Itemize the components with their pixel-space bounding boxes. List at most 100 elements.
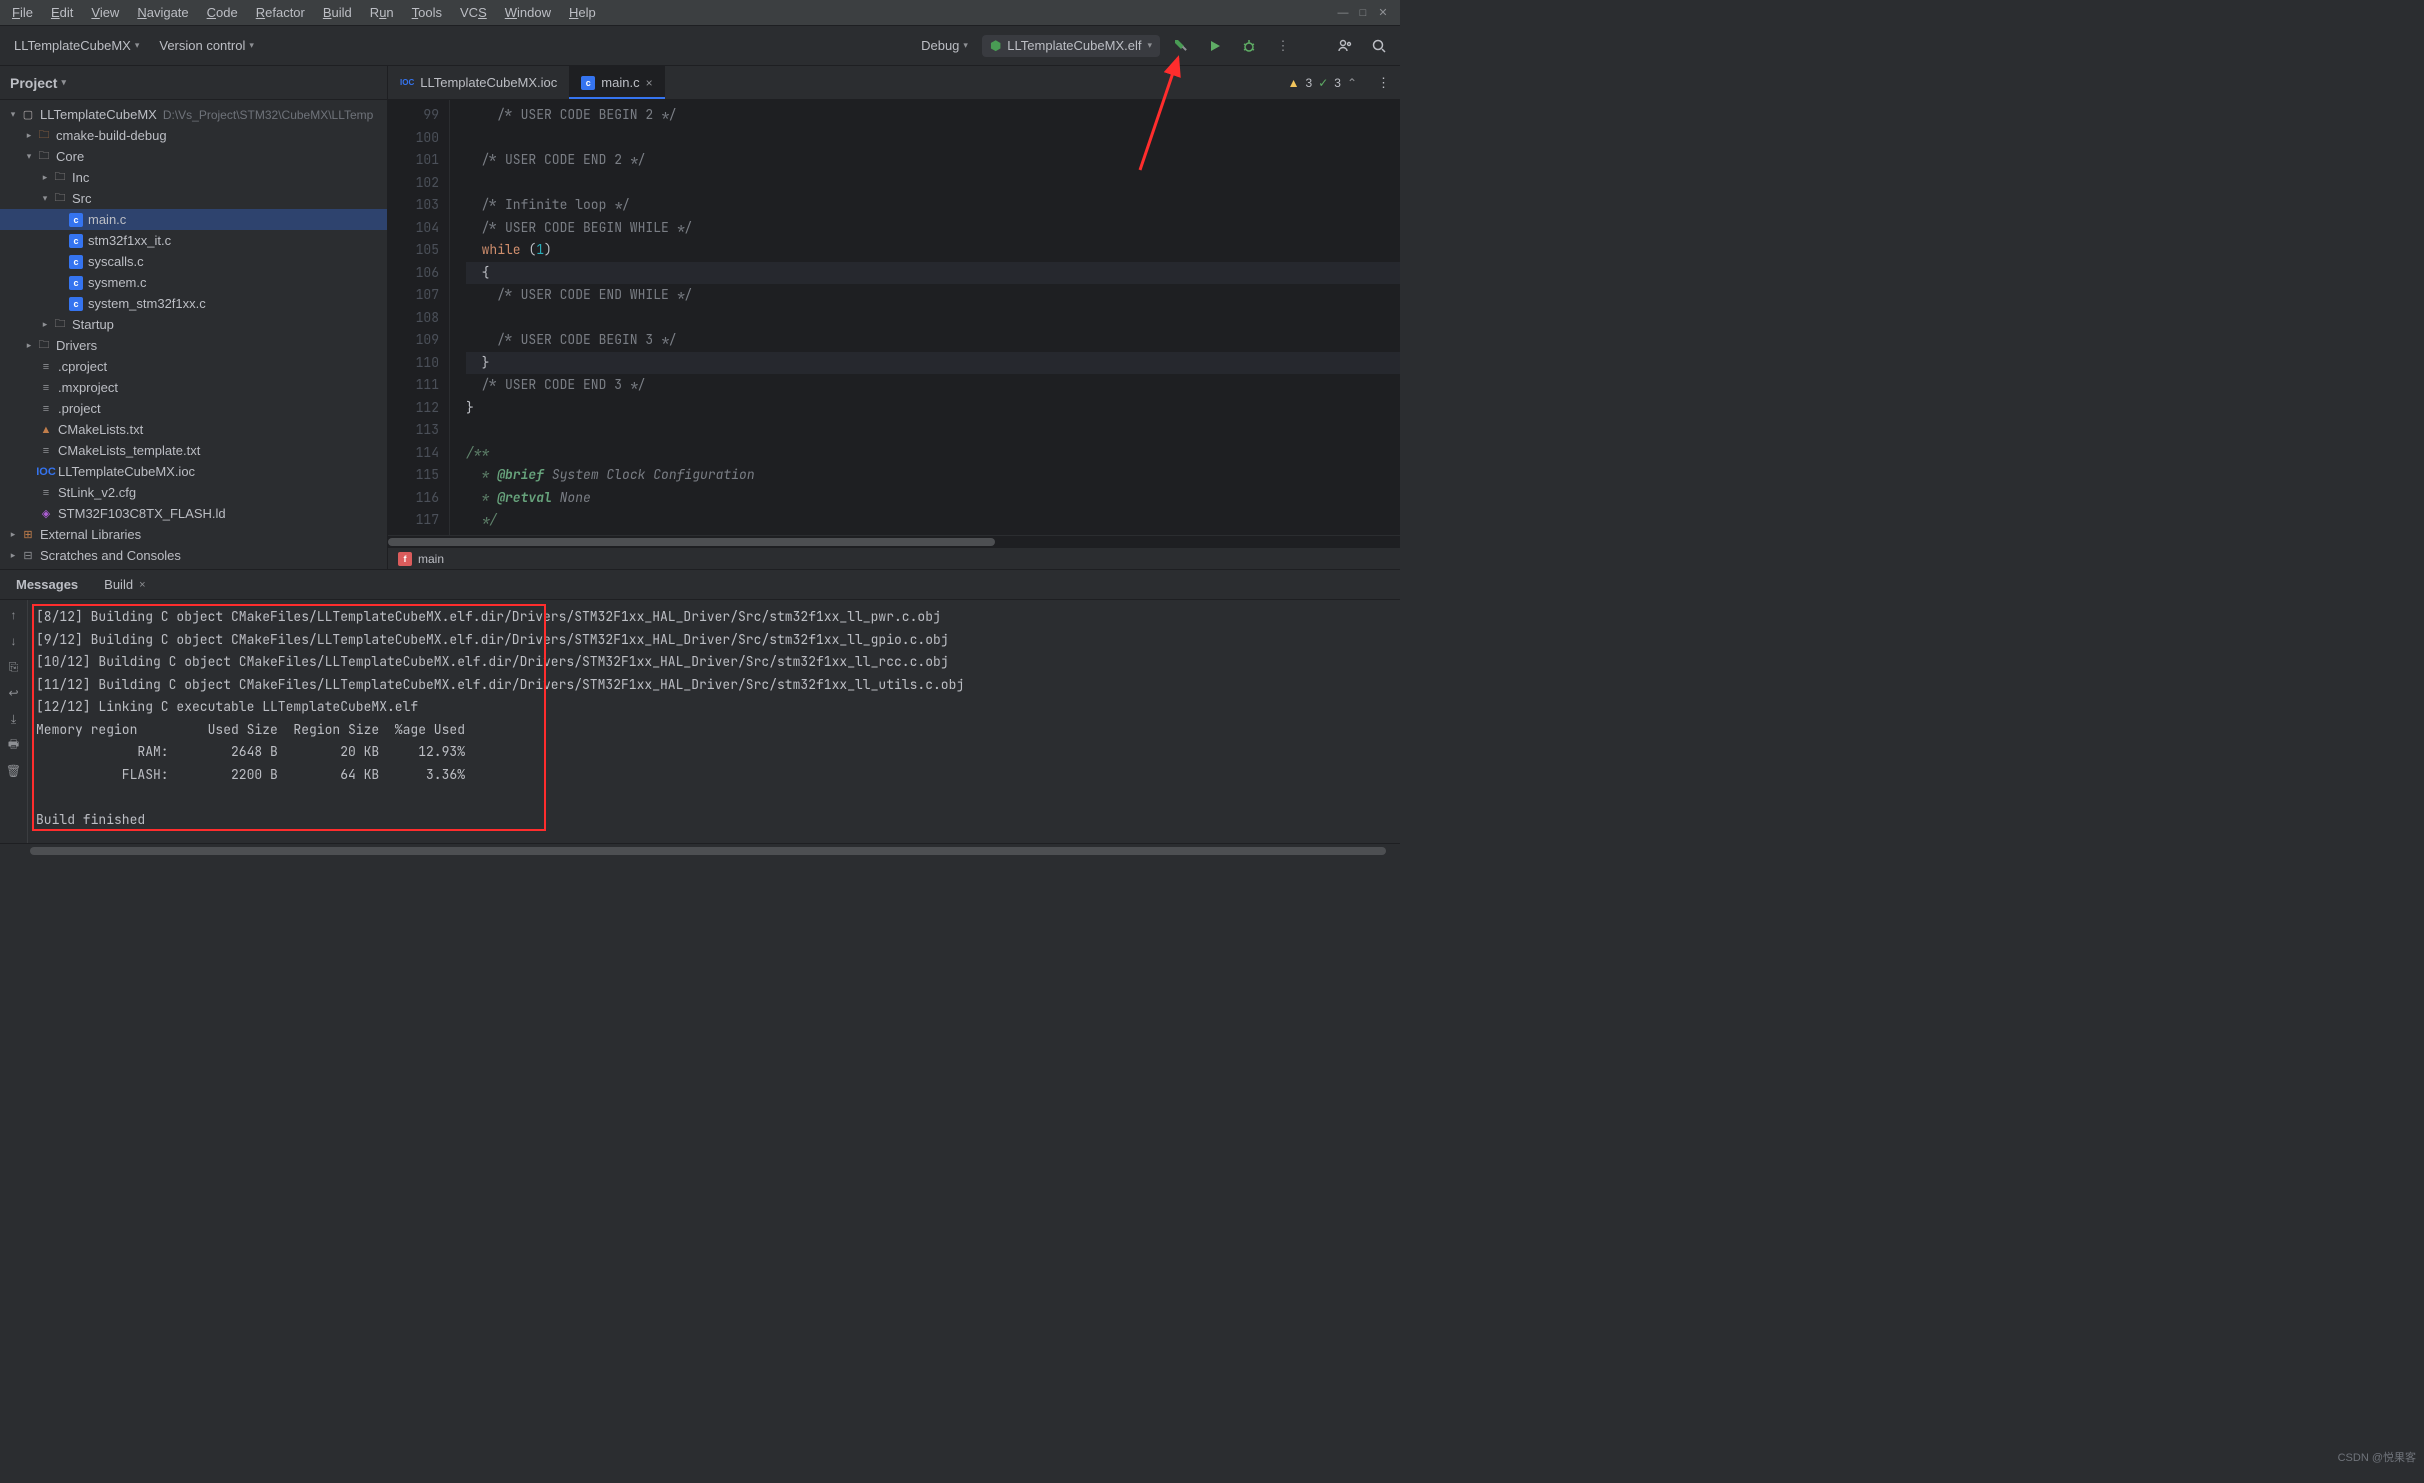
vcs-dropdown[interactable]: Version control ▾ (153, 34, 260, 57)
scrollbar-thumb[interactable] (388, 538, 995, 546)
expand-icon[interactable]: ▸ (6, 529, 20, 540)
watermark-text: CSDN @悦果客 (2338, 1449, 2416, 1465)
collapse-icon[interactable]: ▾ (22, 151, 36, 162)
menu-build[interactable]: Build (315, 2, 360, 23)
print-icon[interactable]: 🖶 (5, 736, 23, 754)
menu-run[interactable]: Run (362, 2, 402, 23)
tree-file-stlink[interactable]: ≡ StLink_v2.cfg (0, 482, 387, 503)
tree-folder-startup[interactable]: ▸ 🗀 Startup (0, 314, 387, 335)
line-gutter: 99 100 101 102 103 104 105 106 107 108 1… (388, 100, 450, 535)
minimize-icon[interactable]: — (1336, 6, 1350, 20)
code-editor[interactable]: 99 100 101 102 103 104 105 106 107 108 1… (388, 100, 1400, 535)
tree-folder-core[interactable]: ▾ 🗀 Core (0, 146, 387, 167)
filter-icon[interactable]: ⎘ (5, 658, 23, 676)
messages-body: ↑ ↓ ⎘ ↩ ⤓ 🖶 🗑 [8/12] Building C object C… (0, 600, 1400, 843)
close-tab-icon[interactable]: × (139, 579, 145, 591)
menu-tools[interactable]: Tools (404, 2, 450, 23)
menu-view[interactable]: View (83, 2, 127, 23)
tree-scratches[interactable]: ▸ ⊟ Scratches and Consoles (0, 545, 387, 566)
project-header[interactable]: Project ▾ (0, 66, 387, 100)
tree-file-cmakelists[interactable]: ▲ CMakeLists.txt (0, 419, 387, 440)
debug-button[interactable] (1236, 33, 1262, 59)
tree-file-it-c[interactable]: c stm32f1xx_it.c (0, 230, 387, 251)
breadcrumb-item[interactable]: main (418, 552, 444, 566)
menu-navigate[interactable]: Navigate (129, 2, 196, 23)
scroll-end-icon[interactable]: ⤓ (5, 710, 23, 728)
soft-wrap-icon[interactable]: ↩ (5, 684, 23, 702)
inspection-widget[interactable]: ▲3 ✓3 ⌃ (1278, 66, 1367, 99)
tree-file-flash-ld[interactable]: ◈ STM32F103C8TX_FLASH.ld (0, 503, 387, 524)
trash-icon[interactable]: 🗑 (5, 762, 23, 780)
code-text[interactable]: /* USER CODE BEGIN 2 */ /* USER CODE END… (450, 100, 1400, 535)
menu-refactor[interactable]: Refactor (248, 2, 313, 23)
down-icon[interactable]: ↓ (5, 632, 23, 650)
tab-ioc[interactable]: IOC LLTemplateCubeMX.ioc (388, 66, 569, 99)
tree-file-cproject[interactable]: ≡ .cproject (0, 356, 387, 377)
tab-main-c[interactable]: c main.c × (569, 66, 664, 99)
search-everywhere-button[interactable] (1366, 33, 1392, 59)
line-number: 108 (388, 307, 439, 330)
up-icon[interactable]: ↑ (5, 606, 23, 624)
collapse-icon[interactable]: ▾ (6, 109, 20, 120)
node-label: LLTemplateCubeMX.ioc (58, 464, 195, 479)
expand-icon[interactable]: ▸ (38, 172, 52, 183)
expand-icon[interactable]: ▸ (22, 130, 36, 141)
code-with-me-button[interactable] (1332, 33, 1358, 59)
file-icon: ≡ (38, 485, 54, 501)
tree-root[interactable]: ▾ ▢ LLTemplateCubeMX D:\Vs_Project\STM32… (0, 104, 387, 125)
collapse-icon[interactable]: ▾ (38, 193, 52, 204)
run-button[interactable] (1202, 33, 1228, 59)
bottom-tabs: Messages Build× (0, 570, 1400, 600)
menu-window[interactable]: Window (497, 2, 559, 23)
tree-file-cmake-tpl[interactable]: ≡ CMakeLists_template.txt (0, 440, 387, 461)
maximize-icon[interactable]: □ (1356, 6, 1370, 20)
chevron-down-icon: ▾ (963, 40, 968, 51)
vcs-label: Version control (159, 38, 245, 53)
expand-icon[interactable]: ▸ (22, 340, 36, 351)
tree-folder-cmake[interactable]: ▸ 🗀 cmake-build-debug (0, 125, 387, 146)
line-number: 107 (388, 284, 439, 307)
tree-folder-inc[interactable]: ▸ 🗀 Inc (0, 167, 387, 188)
messages-header[interactable]: Messages (4, 573, 90, 596)
build-config-dropdown[interactable]: Debug ▾ (915, 34, 974, 57)
tree-file-syscalls[interactable]: c syscalls.c (0, 251, 387, 272)
run-config-selector[interactable]: ⬢ LLTemplateCubeMX.elf ▾ (982, 35, 1160, 57)
menu-edit[interactable]: Edit (43, 2, 81, 23)
expand-icon[interactable]: ▸ (38, 319, 52, 330)
editor-more-button[interactable]: ⋮ (1367, 66, 1400, 99)
line-number: 115 (388, 464, 439, 487)
editor-scrollbar-h[interactable] (388, 535, 1400, 547)
tree-file-system[interactable]: c system_stm32f1xx.c (0, 293, 387, 314)
build-tab[interactable]: Build× (92, 573, 157, 596)
node-label: system_stm32f1xx.c (88, 296, 206, 311)
tree-file-ioc[interactable]: IOC LLTemplateCubeMX.ioc (0, 461, 387, 482)
elf-icon: ⬢ (990, 38, 1001, 54)
tree-external-libs[interactable]: ▸ ⊞ External Libraries (0, 524, 387, 545)
node-label: stm32f1xx_it.c (88, 233, 171, 248)
tree-folder-drivers[interactable]: ▸ 🗀 Drivers (0, 335, 387, 356)
tree-file-sysmem[interactable]: c sysmem.c (0, 272, 387, 293)
menu-code[interactable]: Code (199, 2, 246, 23)
folder-icon: 🗀 (36, 128, 52, 144)
close-tab-icon[interactable]: × (646, 76, 653, 90)
menu-file[interactable]: FFileile (4, 2, 41, 23)
folder-icon: 🗀 (52, 191, 68, 207)
expand-icon[interactable]: ▸ (6, 550, 20, 561)
build-button[interactable] (1168, 33, 1194, 59)
tree-file-project[interactable]: ≡ .project (0, 398, 387, 419)
tree-file-mxproject[interactable]: ≡ .mxproject (0, 377, 387, 398)
menu-help[interactable]: Help (561, 2, 604, 23)
library-icon: ⊞ (20, 527, 36, 543)
menu-vcs[interactable]: VCS (452, 2, 495, 23)
messages-scrollbar-h[interactable] (0, 843, 1400, 857)
scrollbar-thumb[interactable] (30, 847, 1386, 855)
tree-folder-src[interactable]: ▾ 🗀 Src (0, 188, 387, 209)
tree-file-main-c[interactable]: c main.c (0, 209, 387, 230)
node-label: sysmem.c (88, 275, 147, 290)
project-dropdown[interactable]: LLTemplateCubeMX ▾ (8, 34, 145, 57)
more-actions-button[interactable]: ⋮ (1270, 33, 1296, 59)
close-window-icon[interactable]: ✕ (1376, 6, 1390, 20)
node-label: .project (58, 401, 101, 416)
build-output[interactable]: [8/12] Building C object CMakeFiles/LLTe… (28, 600, 1400, 843)
line-number: 104 (388, 217, 439, 240)
